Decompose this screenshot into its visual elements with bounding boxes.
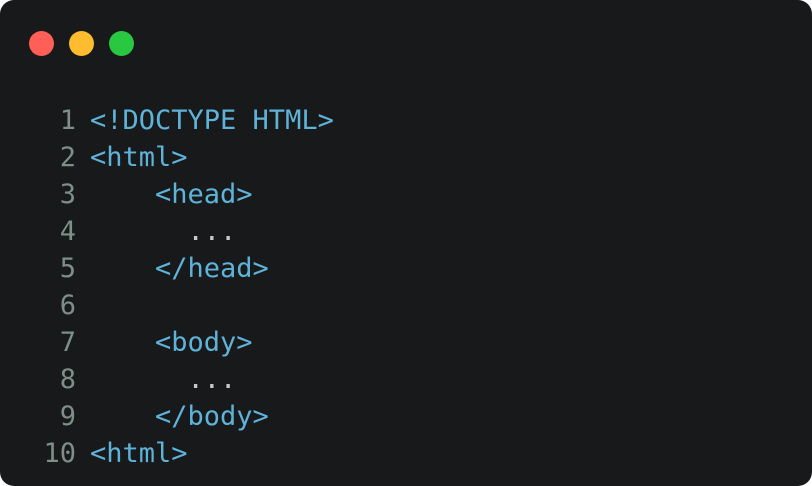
line-number: 9 (59, 401, 76, 432)
code-text: <head> (90, 179, 253, 210)
code-line: 2 <html> (0, 139, 812, 176)
code-line: 6 (0, 287, 812, 324)
line-number: 6 (59, 290, 76, 321)
code-window: 1 <!DOCTYPE HTML> 2 <html> 3 <head> 4 ..… (0, 0, 812, 486)
code-text: </body> (90, 401, 269, 432)
code-line: 5 </head> (0, 250, 812, 287)
code-text: <html> (90, 142, 188, 173)
line-number: 10 (43, 438, 76, 469)
close-button[interactable] (29, 31, 54, 56)
line-number: 4 (59, 216, 76, 247)
code-line: 3 <head> (0, 176, 812, 213)
line-number: 1 (59, 105, 76, 136)
line-number: 8 (59, 364, 76, 395)
code-text: <body> (90, 327, 253, 358)
line-number: 3 (59, 179, 76, 210)
code-line: 8 ... (0, 361, 812, 398)
maximize-button[interactable] (109, 31, 134, 56)
line-number: 5 (59, 253, 76, 284)
code-line: 1 <!DOCTYPE HTML> (0, 102, 812, 139)
code-text: ... (90, 364, 237, 395)
code-line: 10 <html> (0, 435, 812, 472)
code-editor: 1 <!DOCTYPE HTML> 2 <html> 3 <head> 4 ..… (0, 102, 812, 472)
code-line: 9 </body> (0, 398, 812, 435)
title-bar (0, 0, 812, 80)
minimize-button[interactable] (69, 31, 94, 56)
code-text: <!DOCTYPE HTML> (90, 105, 334, 136)
line-number: 2 (59, 142, 76, 173)
code-line: 7 <body> (0, 324, 812, 361)
code-line: 4 ... (0, 213, 812, 250)
code-text: <html> (90, 438, 188, 469)
line-number: 7 (59, 327, 76, 358)
code-text: </head> (90, 253, 269, 284)
code-text: ... (90, 216, 237, 247)
